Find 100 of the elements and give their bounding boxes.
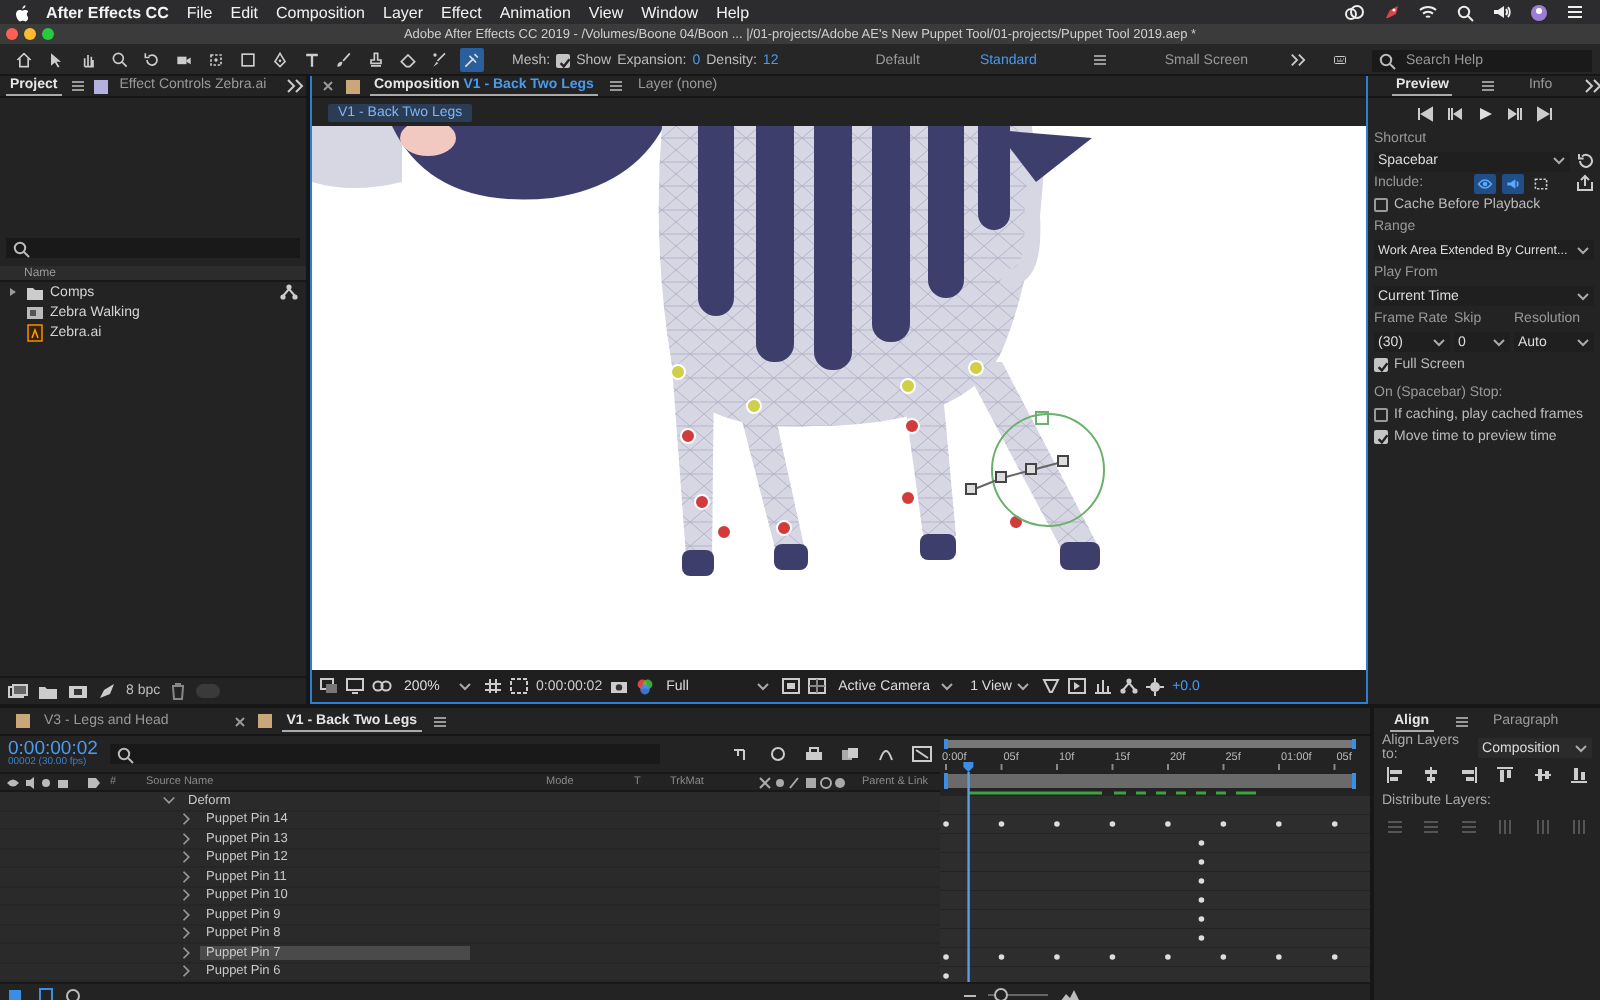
- chevrons-icon[interactable]: [1584, 78, 1600, 94]
- speaker-icon[interactable]: [1502, 173, 1524, 193]
- monitor-icon[interactable]: [346, 678, 364, 694]
- align-left-icon[interactable]: [1386, 765, 1404, 783]
- keyframe-marker[interactable]: [943, 821, 949, 827]
- playhead[interactable]: [963, 762, 974, 982]
- fast-preview-icon[interactable]: [1068, 678, 1087, 694]
- keyboard-icon[interactable]: [1333, 52, 1346, 68]
- layer-switches-toggle-icon[interactable]: [8, 987, 26, 1000]
- menu-icon[interactable]: [431, 713, 447, 729]
- keyframe-marker[interactable]: [1198, 859, 1205, 865]
- keyframe-marker[interactable]: [1109, 954, 1116, 960]
- search-icon[interactable]: [1377, 51, 1396, 69]
- menu-item[interactable]: Help: [716, 3, 750, 21]
- keyframe-marker[interactable]: [1109, 821, 1116, 827]
- new-composition-icon[interactable]: [68, 683, 88, 699]
- pin-tool-icon[interactable]: [460, 48, 484, 72]
- menu-icon[interactable]: [1480, 78, 1497, 94]
- transparency-grid-icon[interactable]: [808, 678, 827, 694]
- keyframe-marker[interactable]: [1276, 821, 1282, 827]
- keyframe-marker[interactable]: [1331, 821, 1338, 827]
- menu-item[interactable]: Animation: [499, 3, 571, 21]
- zoom-tool-icon[interactable]: [108, 48, 132, 72]
- keyframe-marker[interactable]: [1198, 897, 1205, 903]
- keyframe-marker[interactable]: [943, 954, 949, 960]
- caret-icon[interactable]: [756, 679, 771, 693]
- keyframe-marker[interactable]: [1220, 821, 1227, 827]
- channel-icon[interactable]: [636, 677, 655, 695]
- next-frame-icon[interactable]: [1505, 105, 1523, 121]
- list-icon[interactable]: [1566, 4, 1584, 20]
- show-mesh-checkbox[interactable]: [556, 53, 571, 67]
- slider-thumb[interactable]: [993, 988, 1007, 1000]
- search-icon[interactable]: [12, 239, 30, 257]
- timeline-search-field[interactable]: [109, 744, 660, 764]
- menu-icon[interactable]: [1453, 714, 1469, 730]
- keyframe-marker[interactable]: [1198, 935, 1205, 941]
- glasses-icon[interactable]: [372, 678, 392, 694]
- exposure-icon[interactable]: [1146, 677, 1165, 695]
- keyframe-marker[interactable]: [1276, 954, 1282, 960]
- overlay-icon[interactable]: [1530, 173, 1552, 193]
- time-navigator-bar[interactable]: [944, 739, 1356, 749]
- stop-option-checkbox[interactable]: [1374, 408, 1388, 422]
- close-button[interactable]: [6, 28, 18, 40]
- flowchart-icon[interactable]: [1120, 678, 1139, 694]
- reset-icon[interactable]: [1576, 152, 1594, 170]
- full-screen-checkbox[interactable]: [1374, 358, 1388, 372]
- keyframe-marker[interactable]: [1054, 954, 1060, 960]
- rectangle-tool-icon[interactable]: [236, 48, 260, 72]
- speaker-icon[interactable]: [1492, 4, 1512, 20]
- always-preview-icon[interactable]: [320, 678, 338, 694]
- keyframe-marker[interactable]: [1165, 821, 1171, 827]
- last-frame-icon[interactable]: [1535, 105, 1553, 121]
- align-center-icon[interactable]: [1422, 765, 1441, 783]
- keyframe-marker[interactable]: [943, 973, 949, 979]
- cache-checkbox[interactable]: [1374, 198, 1388, 212]
- snapshot-icon[interactable]: [610, 678, 629, 694]
- menu-icon[interactable]: [1092, 52, 1109, 68]
- eraser-tool-icon[interactable]: [396, 48, 420, 72]
- chevrons-icon[interactable]: [1290, 52, 1307, 68]
- align-right-icon[interactable]: [1459, 765, 1478, 783]
- chevrons-icon[interactable]: [286, 78, 305, 94]
- keyframe-marker[interactable]: [998, 821, 1005, 827]
- caret-icon[interactable]: [1574, 741, 1588, 755]
- menu-icon[interactable]: [69, 78, 86, 94]
- zoom-in-icon[interactable]: [1058, 987, 1082, 1000]
- caret-icon[interactable]: [1576, 289, 1590, 303]
- caret-icon[interactable]: [940, 679, 955, 693]
- caret-icon[interactable]: [1552, 154, 1566, 168]
- menu-item[interactable]: Window: [641, 3, 699, 21]
- align-middle-icon[interactable]: [1533, 765, 1552, 783]
- caret-icon[interactable]: [1492, 335, 1506, 349]
- transfer-controls-toggle-icon[interactable]: [36, 987, 54, 1000]
- menu-item[interactable]: File: [186, 3, 213, 21]
- pixel-aspect-icon[interactable]: [1042, 678, 1061, 694]
- play-icon[interactable]: [1475, 105, 1493, 121]
- close-icon[interactable]: [320, 78, 336, 94]
- menu-item[interactable]: Composition: [276, 3, 365, 21]
- keyframe-marker[interactable]: [1198, 878, 1205, 884]
- stop-option-checkbox[interactable]: [1374, 430, 1388, 444]
- align-bottom-icon[interactable]: [1569, 765, 1588, 783]
- first-frame-icon[interactable]: [1415, 105, 1433, 121]
- menu-item[interactable]: View: [588, 3, 624, 21]
- keyframe-marker[interactable]: [1198, 840, 1205, 846]
- pen-tool-icon[interactable]: [268, 48, 292, 72]
- pan-behind-tool-icon[interactable]: [204, 48, 228, 72]
- apple-icon[interactable]: [12, 3, 28, 21]
- keyframe-marker[interactable]: [998, 954, 1005, 960]
- brush-tool-icon[interactable]: [332, 48, 356, 72]
- grid-icon[interactable]: [484, 678, 502, 694]
- new-folder-icon[interactable]: [38, 683, 58, 699]
- keyframe-marker[interactable]: [1331, 954, 1338, 960]
- menu-item[interactable]: Edit: [230, 3, 259, 21]
- region-icon[interactable]: [912, 746, 932, 762]
- caret-icon[interactable]: [1576, 335, 1590, 349]
- expand-arrow-icon[interactable]: [8, 284, 20, 300]
- graph-editor-icon[interactable]: [876, 746, 896, 762]
- project-search-field[interactable]: [6, 238, 300, 258]
- caret-icon[interactable]: [1576, 243, 1590, 257]
- current-time[interactable]: 0:00:00:02: [8, 739, 98, 759]
- keyframe-marker[interactable]: [1054, 821, 1060, 827]
